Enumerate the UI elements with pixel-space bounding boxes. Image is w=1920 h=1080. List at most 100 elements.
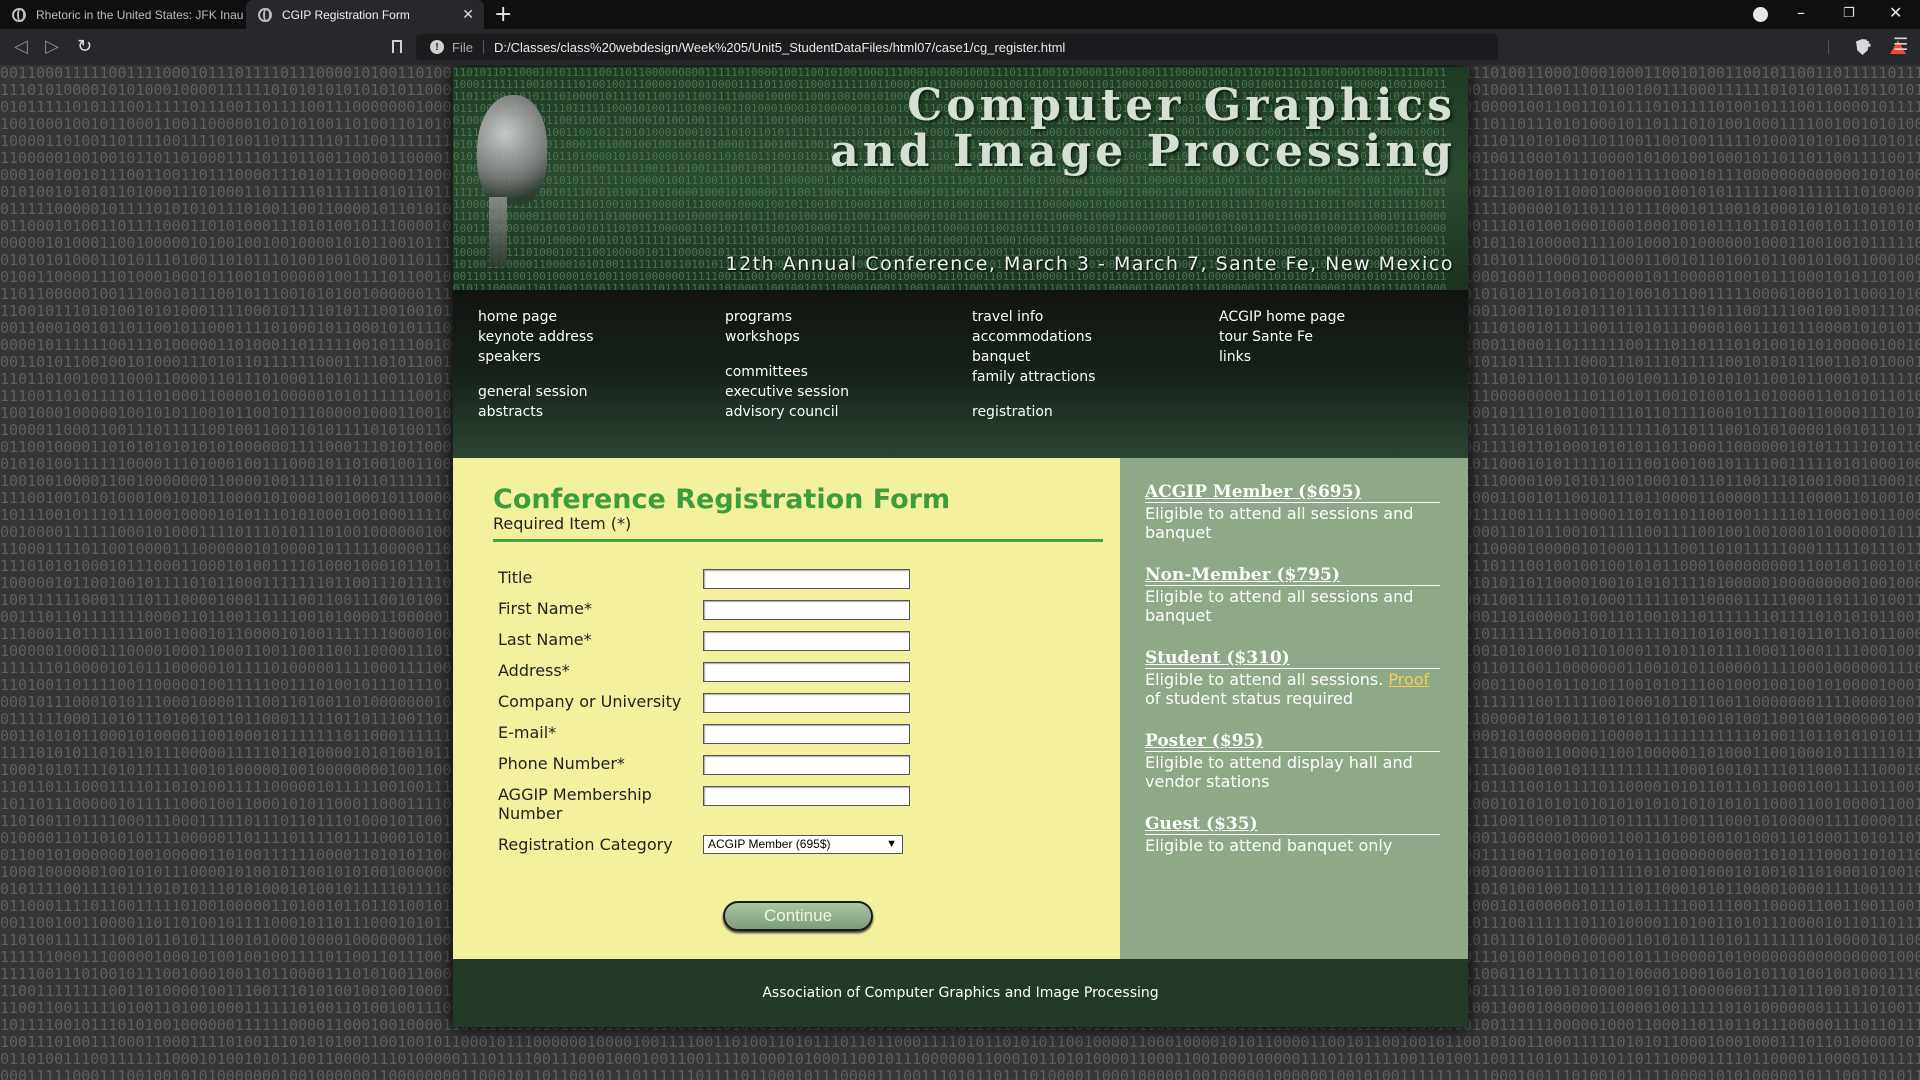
registration-categories-sidebar: ACGIP Member ($695) Eligible to attend a… — [1120, 458, 1468, 959]
title-input[interactable] — [703, 569, 910, 589]
nav-link-executive-session[interactable]: executive session — [725, 382, 849, 402]
chevron-down-icon: ▼ — [886, 838, 897, 850]
forward-icon[interactable]: ▷ — [45, 36, 59, 57]
site-footer: Association of Computer Graphics and Ima… — [453, 959, 1468, 1027]
nav-link-home-page[interactable]: home page — [478, 307, 594, 327]
nav-link-links[interactable]: links — [1219, 347, 1345, 367]
url-text[interactable]: D:/Classes/class%20webdesign/Week%205/Un… — [494, 40, 1065, 55]
nav-link-programs[interactable]: programs — [725, 307, 849, 327]
profile-icon[interactable] — [1753, 7, 1768, 22]
info-icon[interactable]: ! — [430, 40, 444, 54]
nav-link-registration[interactable]: registration — [972, 402, 1095, 422]
nav-link-keynote-address[interactable]: keynote address — [478, 327, 594, 347]
required-note: Required Item (*) — [493, 514, 632, 533]
url-separator — [482, 40, 484, 54]
nav-column-4: ACGIP home page tour Sante Fe links — [1219, 307, 1345, 367]
category-guest: Guest ($35) Eligible to attend banquet o… — [1145, 814, 1440, 855]
restore-button[interactable]: ❐ — [1843, 6, 1855, 21]
registration-category-select[interactable]: ACGIP Member (695$) ▼ — [703, 835, 903, 854]
nav-link-accommodations[interactable]: accommodations — [972, 327, 1095, 347]
company-label: Company or University — [498, 692, 682, 711]
banner-title-line1: Computer Graphics — [907, 80, 1456, 131]
nav-link-family-attractions[interactable]: family attractions — [972, 367, 1095, 387]
nav-link-acgip-home-page[interactable]: ACGIP home page — [1219, 307, 1345, 327]
category-student: Student ($310) Eligible to attend all se… — [1145, 648, 1440, 708]
address-label: Address* — [498, 661, 570, 680]
category-non-member: Non-Member ($795) Eligible to attend all… — [1145, 565, 1440, 625]
extensions-icon[interactable]: ✚ — [1858, 36, 1871, 55]
back-icon[interactable]: ◁ — [14, 36, 28, 57]
category-acgip-member: ACGIP Member ($695) Eligible to attend a… — [1145, 482, 1440, 542]
category-heading: Non-Member ($795) — [1145, 565, 1440, 586]
category-heading: Poster ($95) — [1145, 731, 1440, 752]
category-description: Eligible to attend all sessions and banq… — [1145, 587, 1414, 625]
nav-link-advisory-council[interactable]: advisory council — [725, 402, 849, 422]
category-description-text: Eligible to attend all sessions. — [1145, 670, 1389, 689]
title-label: Title — [498, 568, 533, 587]
email-input[interactable] — [703, 724, 910, 744]
last-name-label: Last Name* — [498, 630, 592, 649]
nav-column-1: home page keynote address speakers gener… — [478, 307, 594, 422]
proof-link[interactable]: Proof — [1388, 670, 1429, 689]
tab-title: Rhetoric in the United States: JFK Inau — [36, 7, 244, 22]
membership-number-input[interactable] — [703, 786, 910, 806]
browser-toolbar: ◁ ▷ ↻ ! File D:/Classes/class%20webdesig… — [0, 29, 1920, 65]
category-description: Eligible to attend all sessions. Proof o… — [1145, 670, 1440, 708]
nav-link-tour-sante-fe[interactable]: tour Sante Fe — [1219, 327, 1345, 347]
nav-link-workshops[interactable]: workshops — [725, 327, 849, 347]
nav-link-abstracts[interactable]: abstracts — [478, 402, 594, 422]
first-name-input[interactable] — [703, 600, 910, 620]
menu-icon[interactable]: ☰ — [1893, 35, 1908, 55]
footer-text: Association of Computer Graphics and Ima… — [762, 985, 1159, 1001]
nav-column-3: travel info accommodations banquet famil… — [972, 307, 1095, 422]
url-divider — [1828, 40, 1829, 54]
globe-icon — [12, 7, 26, 22]
category-description-text: of student status required — [1145, 689, 1354, 708]
reload-icon[interactable]: ↻ — [77, 36, 92, 57]
category-heading: Student ($310) — [1145, 648, 1440, 669]
globe-icon — [258, 7, 272, 22]
tab-title: CGIP Registration Form — [282, 7, 410, 22]
banner-title: Computer Graphics and Image Processing — [830, 83, 1456, 175]
email-label: E-mail* — [498, 723, 557, 742]
category-description: Eligible to attend display hall and vend… — [1145, 753, 1413, 791]
nav-link-speakers[interactable]: speakers — [478, 347, 594, 367]
phone-input[interactable] — [703, 755, 910, 775]
close-window-button[interactable]: ✕ — [1889, 3, 1902, 22]
url-scheme: File — [452, 39, 473, 55]
tab-cgip-registration[interactable]: CGIP Registration Form ✕ — [246, 0, 484, 29]
tab-bar: Rhetoric in the United States: JFK Inau … — [0, 0, 1920, 29]
minimize-button[interactable]: – — [1797, 3, 1805, 22]
category-description: Eligible to attend all sessions and banq… — [1145, 504, 1414, 542]
nav-column-2: programs workshops committees executive … — [725, 307, 849, 422]
company-input[interactable] — [703, 693, 910, 713]
site-container: 1101011011000101011111001101100000000011… — [453, 67, 1468, 1027]
category-poster: Poster ($95) Eligible to attend display … — [1145, 731, 1440, 791]
new-tab-button[interactable]: + — [494, 2, 512, 27]
banner: 1101011011000101011111001101100000000011… — [453, 67, 1468, 290]
category-heading: Guest ($35) — [1145, 814, 1440, 835]
nav-link-banquet[interactable]: banquet — [972, 347, 1095, 367]
site-navigation: home page keynote address speakers gener… — [453, 290, 1468, 458]
banner-subtitle: 12th Annual Conference, March 3 - March … — [725, 253, 1454, 275]
last-name-input[interactable] — [703, 631, 910, 651]
nav-link-committees[interactable]: committees — [725, 362, 849, 382]
bookmark-icon[interactable] — [392, 40, 402, 53]
banner-title-line2: and Image Processing — [830, 126, 1456, 177]
page-viewport: 0011000111110011110001011101111011100001… — [0, 65, 1920, 1080]
registration-category-label: Registration Category — [498, 835, 673, 854]
nav-link-general-session[interactable]: general session — [478, 382, 594, 402]
address-bar[interactable]: ! File D:/Classes/class%20webdesign/Week… — [416, 34, 1906, 60]
tab-jfk[interactable]: Rhetoric in the United States: JFK Inau — [0, 0, 246, 29]
address-input[interactable] — [703, 662, 910, 682]
membership-number-label: AGGIP Membership Number — [498, 785, 652, 823]
nav-link-travel-info[interactable]: travel info — [972, 307, 1095, 327]
continue-button[interactable]: Continue — [723, 901, 873, 931]
form-divider — [493, 539, 1103, 542]
head-silhouette-image — [477, 95, 547, 205]
category-heading: ACGIP Member ($695) — [1145, 482, 1440, 503]
first-name-label: First Name* — [498, 599, 592, 618]
phone-label: Phone Number* — [498, 754, 625, 773]
close-tab-icon[interactable]: ✕ — [462, 6, 474, 23]
registration-form-section: Conference Registration Form Required It… — [453, 458, 1120, 959]
